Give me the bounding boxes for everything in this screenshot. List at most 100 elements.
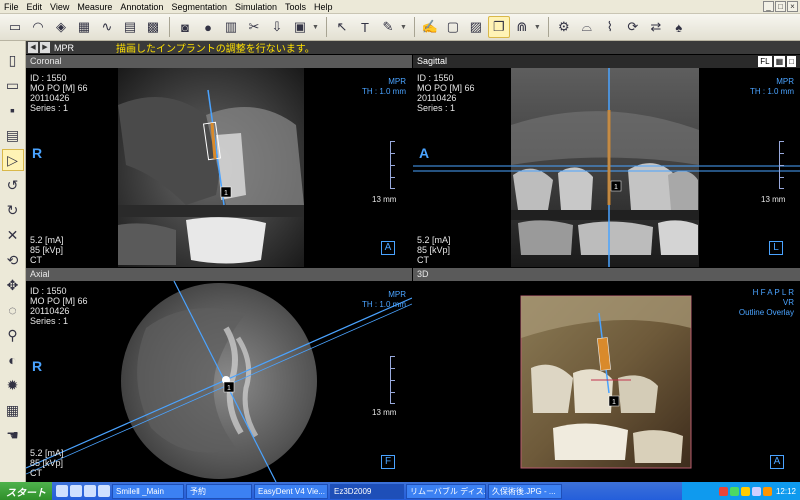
tray-volume-icon[interactable] [751, 486, 761, 496]
quicklaunch-browser-icon[interactable] [70, 485, 82, 497]
menu-edit[interactable]: Edit [23, 2, 47, 12]
panorama-icon[interactable]: ◠ [27, 16, 49, 38]
view-params: MPR TH : 1.0 mm [362, 290, 406, 310]
tooth-icon[interactable]: ⌓ [576, 16, 598, 38]
menu-file[interactable]: File [0, 2, 23, 12]
orientation-box[interactable]: A [381, 241, 395, 255]
task-image-file[interactable]: 久保術後.JPG - ... [488, 483, 562, 499]
axial-viewport[interactable]: Axial 1 ID : 1550 MO PO [M] 66 20110426 … [26, 268, 412, 482]
restore-button[interactable]: □ [775, 1, 786, 12]
next-arrow-icon[interactable]: ▶ [40, 42, 50, 53]
modality-label: CT [417, 255, 429, 265]
implant-number-label: 1 [224, 190, 228, 197]
pointer-icon[interactable]: ▷ [1, 149, 24, 171]
print-icon[interactable]: ▤ [2, 124, 24, 146]
patient-icon[interactable]: ● [197, 16, 219, 38]
minimize-button[interactable]: _ [763, 1, 774, 12]
pencil-icon[interactable]: ✎ [377, 16, 399, 38]
filter-icon[interactable]: ▦ [2, 399, 24, 421]
edit-icon[interactable]: ✍ [419, 16, 441, 38]
orientation-label: R [32, 358, 43, 374]
hand-icon[interactable]: ☚ [2, 424, 24, 446]
move-icon[interactable]: ✥ [2, 274, 24, 296]
3d-viewport[interactable]: 3D 1 H F A P L R VR Outline Overlay A [413, 268, 800, 482]
orientation-box[interactable]: F [381, 455, 395, 469]
task-yoyaku[interactable]: 予約 [186, 483, 252, 499]
volume-icon[interactable]: ▦ [73, 16, 95, 38]
sync-icon[interactable]: ⟳ [622, 16, 644, 38]
thickness-label: TH : 1.0 mm [749, 87, 794, 96]
coronal-viewport[interactable]: Coronal 1 ID : 1550 MO PO [M] 66 2011042… [26, 55, 412, 267]
sagittal-viewport[interactable]: Sagittal FL ▦ □ 1 ID: 1550 MO PO [M] 66… [413, 55, 800, 267]
orientation-codes[interactable]: H F A P L R [739, 288, 794, 298]
quicklaunch-folder-icon[interactable] [98, 485, 110, 497]
menu-help[interactable]: Help [310, 2, 337, 12]
task-easydent[interactable]: EasyDent V4 Vie... [254, 483, 328, 499]
task-removable-disk[interactable]: リムーバブル ディス... [406, 483, 486, 499]
task-smile-main[interactable]: SmileⅡ _Main [112, 483, 184, 499]
mirror-icon[interactable]: ⇄ [645, 16, 667, 38]
scale-label: 13 mm [372, 408, 397, 417]
prev-arrow-icon[interactable]: ◀ [28, 42, 38, 53]
orientation-box[interactable]: A [770, 455, 784, 469]
toolbar-dropdown-icon[interactable]: ▼ [400, 24, 407, 31]
menu-tools[interactable]: Tools [281, 2, 310, 12]
rotate-right-icon[interactable]: ↻ [2, 199, 24, 221]
task-ez3d2009[interactable]: Ez3D2009 [330, 483, 404, 499]
patient-id: ID : 1550 [30, 286, 67, 296]
sharpen-icon[interactable]: ▤ [119, 16, 141, 38]
tools-icon[interactable]: ✂ [243, 16, 265, 38]
orientation-box[interactable]: L [769, 241, 783, 255]
tray-update-icon[interactable] [762, 486, 772, 496]
menu-measure[interactable]: Measure [73, 2, 116, 12]
book-icon[interactable]: ▣ [289, 16, 311, 38]
export-icon[interactable]: ⇩ [266, 16, 288, 38]
tray-security-icon[interactable] [740, 486, 750, 496]
camera-icon[interactable]: ◙ [174, 16, 196, 38]
menu-simulation[interactable]: Simulation [231, 2, 281, 12]
text-icon[interactable]: T [354, 16, 376, 38]
patient-info: ID : 1550 MO PO [M] 66 20110426 Series :… [417, 73, 475, 113]
pointer-icon[interactable]: ↖ [331, 16, 353, 38]
start-button[interactable]: スタート [0, 482, 52, 500]
implant-icon[interactable]: ⚙ [553, 16, 575, 38]
open-folder-icon[interactable]: ▭ [2, 74, 24, 96]
menu-view[interactable]: View [46, 2, 73, 12]
screenshot-icon[interactable]: ▢ [442, 16, 464, 38]
save-icon[interactable]: ▪ [2, 99, 24, 121]
scale-ruler [390, 356, 395, 404]
toolbar-dropdown-icon[interactable]: ▼ [534, 24, 541, 31]
brightness-icon[interactable]: ✹ [2, 374, 24, 396]
patient-info: ID : 1550 MO PO [M] 66 20110426 Series :… [30, 73, 88, 113]
close-button[interactable]: × [787, 1, 798, 12]
patient-name: MO PO [M] 66 [30, 83, 88, 93]
view-params: MPR TH : 1.0 mm [750, 77, 794, 97]
reset-icon[interactable]: ⟲ [2, 249, 24, 271]
menu-annotation[interactable]: Annotation [116, 2, 167, 12]
zoom-icon[interactable]: ⚲ [2, 324, 24, 346]
layout-icon[interactable]: ▭ [4, 16, 26, 38]
grid-icon[interactable]: ▩ [142, 16, 164, 38]
quicklaunch-mail-icon[interactable] [84, 485, 96, 497]
image-icon[interactable]: ▨ [465, 16, 487, 38]
3d-icon[interactable]: ◈ [50, 16, 72, 38]
toolbar-dropdown-icon[interactable]: ▼ [312, 24, 319, 31]
teeth-icon[interactable]: ⋒ [511, 16, 533, 38]
close-icon[interactable]: ✕ [2, 224, 24, 246]
nerve-icon[interactable]: ⌇ [599, 16, 621, 38]
contrast-icon[interactable]: ◐ [2, 349, 24, 371]
quicklaunch-desktop-icon[interactable] [56, 485, 68, 497]
document-icon[interactable]: ▯ [2, 49, 24, 71]
tray-app-icon[interactable] [718, 486, 728, 496]
report-icon[interactable]: ▥ [220, 16, 242, 38]
menu-segmentation[interactable]: Segmentation [167, 2, 231, 12]
3d-view-params: H F A P L R VR Outline Overlay [739, 288, 794, 318]
overlay-icon[interactable]: ❐ [487, 16, 510, 38]
rotate-icon[interactable]: ◌ [2, 299, 24, 321]
tooth-view-icon[interactable]: ♠ [668, 16, 690, 38]
rotate-left-icon[interactable]: ↺ [2, 174, 24, 196]
clock[interactable]: 12:12 [776, 487, 796, 496]
waveform-icon[interactable]: ∿ [96, 16, 118, 38]
tray-network-icon[interactable] [729, 486, 739, 496]
study-date: 20110426 [30, 93, 70, 103]
